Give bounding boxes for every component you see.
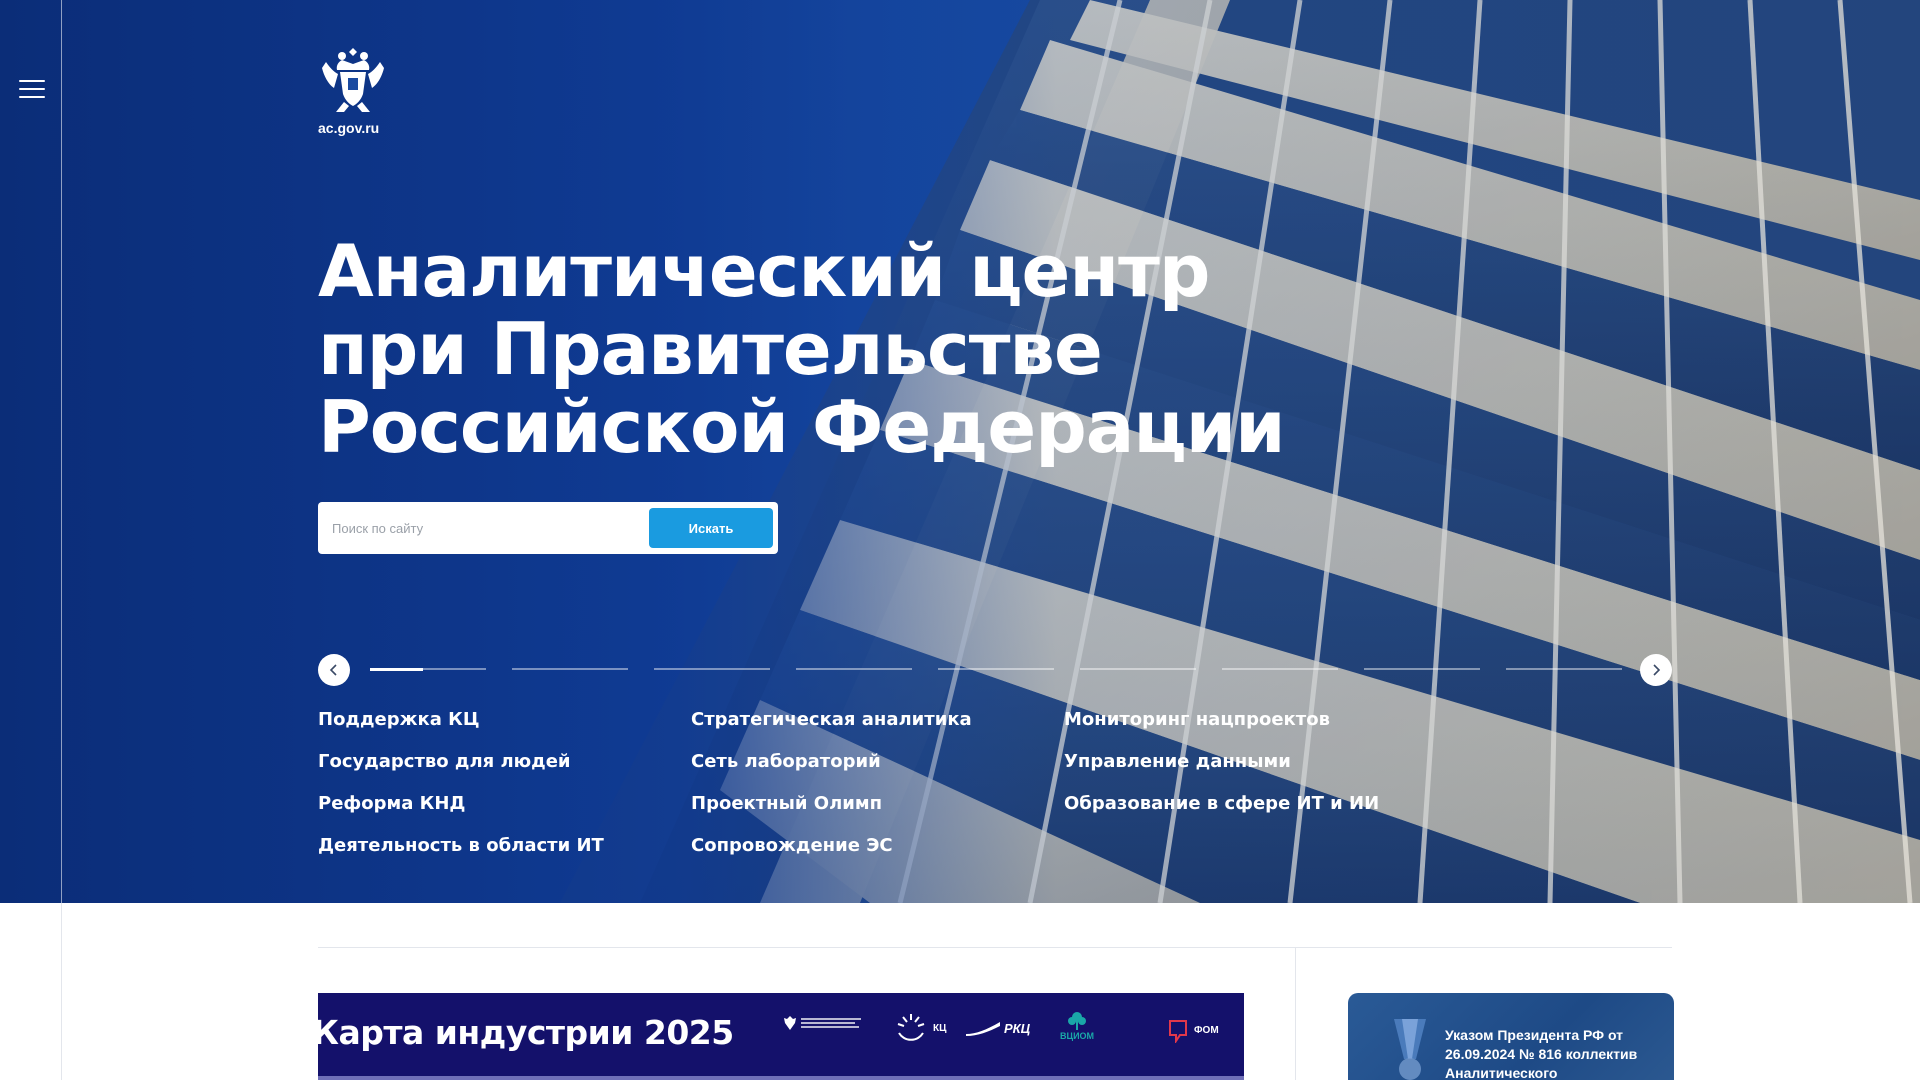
decree-card[interactable]: Указом Президента РФ от 26.09.2024 № 816… <box>1348 993 1674 1080</box>
tree-icon <box>1068 1012 1087 1030</box>
slider-dot[interactable] <box>1080 668 1196 670</box>
industry-map-banner[interactable]: Карта индустрии 2025 КЦ РКЦ ВЦИОМ ФОМ <box>318 993 1244 1080</box>
slider-dot[interactable] <box>1506 668 1622 670</box>
slider-dot[interactable] <box>1222 668 1338 670</box>
slider-dot-progress <box>370 667 424 671</box>
coat-of-arms-icon <box>784 1016 796 1030</box>
link-it-ai-education[interactable]: Образование в сфере ИТ и ИИ <box>1064 792 1418 816</box>
link-es-support[interactable]: Сопровождение ЭС <box>691 834 1064 858</box>
left-rail-divider <box>61 903 62 1080</box>
left-rail <box>0 0 62 1080</box>
partner-label: РКЦ <box>1004 1021 1031 1036</box>
fom-mark-icon <box>1169 1020 1187 1043</box>
medal-icon <box>1394 1019 1426 1080</box>
quick-links: Поддержка КЦ Стратегическая аналитика Мо… <box>318 708 1418 858</box>
column-divider <box>1295 947 1296 1080</box>
partner-label: ВЦИОМ <box>1060 1031 1095 1041</box>
title-line-3: Российской Федерации <box>318 385 1286 469</box>
slider-dot[interactable] <box>654 668 770 670</box>
partner-label: КЦ <box>933 1022 947 1034</box>
partner-ac-logo <box>783 1015 865 1031</box>
section-divider <box>318 947 1672 948</box>
link-project-olymp[interactable]: Проектный Олимп <box>691 792 1064 816</box>
page-title: Аналитический центр при Правительстве Ро… <box>318 232 1298 466</box>
banner-title: Карта индустрии 2025 <box>318 1013 734 1052</box>
partner-label: ФОМ <box>1194 1024 1219 1036</box>
chevron-right-icon <box>1653 664 1661 676</box>
decree-text: Указом Президента РФ от 26.09.2024 № 816… <box>1445 1027 1638 1080</box>
rkc-swoosh-icon <box>966 1021 1000 1036</box>
link-national-projects-monitoring[interactable]: Мониторинг нацпроектов <box>1064 708 1418 732</box>
search-input[interactable] <box>332 520 649 536</box>
search-button[interactable]: Искать <box>649 508 773 548</box>
title-line-2: при Правительстве <box>318 307 1103 391</box>
slider-next-button[interactable] <box>1640 654 1672 686</box>
slider-dot[interactable] <box>796 668 912 670</box>
partner-fom-logo: ФОМ <box>1166 1017 1219 1043</box>
link-support-kc[interactable]: Поддержка КЦ <box>318 708 691 732</box>
slider-prev-button[interactable] <box>318 654 350 686</box>
link-lab-network[interactable]: Сеть лабораторий <box>691 750 1064 774</box>
chevron-left-icon <box>329 664 337 676</box>
hamburger-menu-icon[interactable] <box>19 80 45 100</box>
banner-bottom-strip <box>318 1076 1244 1080</box>
link-state-for-people[interactable]: Государство для людей <box>318 750 691 774</box>
logo-domain-text: ac.gov.ru <box>318 120 380 136</box>
partner-rkc-logo: РКЦ <box>966 1021 1030 1036</box>
slider-dot[interactable] <box>512 668 628 670</box>
title-line-1: Аналитический центр <box>318 229 1210 313</box>
ac-wordmark <box>801 1018 861 1028</box>
link-it-activity[interactable]: Деятельность в области ИТ <box>318 834 691 858</box>
link-strategic-analytics[interactable]: Стратегическая аналитика <box>691 708 1064 732</box>
slider-pagination <box>370 667 1623 672</box>
site-logo[interactable]: ac.gov.ru <box>318 44 388 136</box>
slider-dot[interactable] <box>938 668 1054 670</box>
partner-vciom-logo: ВЦИОМ <box>1060 1011 1094 1041</box>
search-bar: Искать <box>318 502 778 554</box>
coat-of-arms-icon <box>322 48 384 112</box>
kc-logo-icon <box>897 1014 925 1041</box>
slider-dot[interactable] <box>1364 668 1480 670</box>
partner-kc-logo: КЦ <box>893 1011 946 1045</box>
link-data-management[interactable]: Управление данными <box>1064 750 1418 774</box>
link-knd-reform[interactable]: Реформа КНД <box>318 792 691 816</box>
slider-dot[interactable] <box>370 667 486 671</box>
